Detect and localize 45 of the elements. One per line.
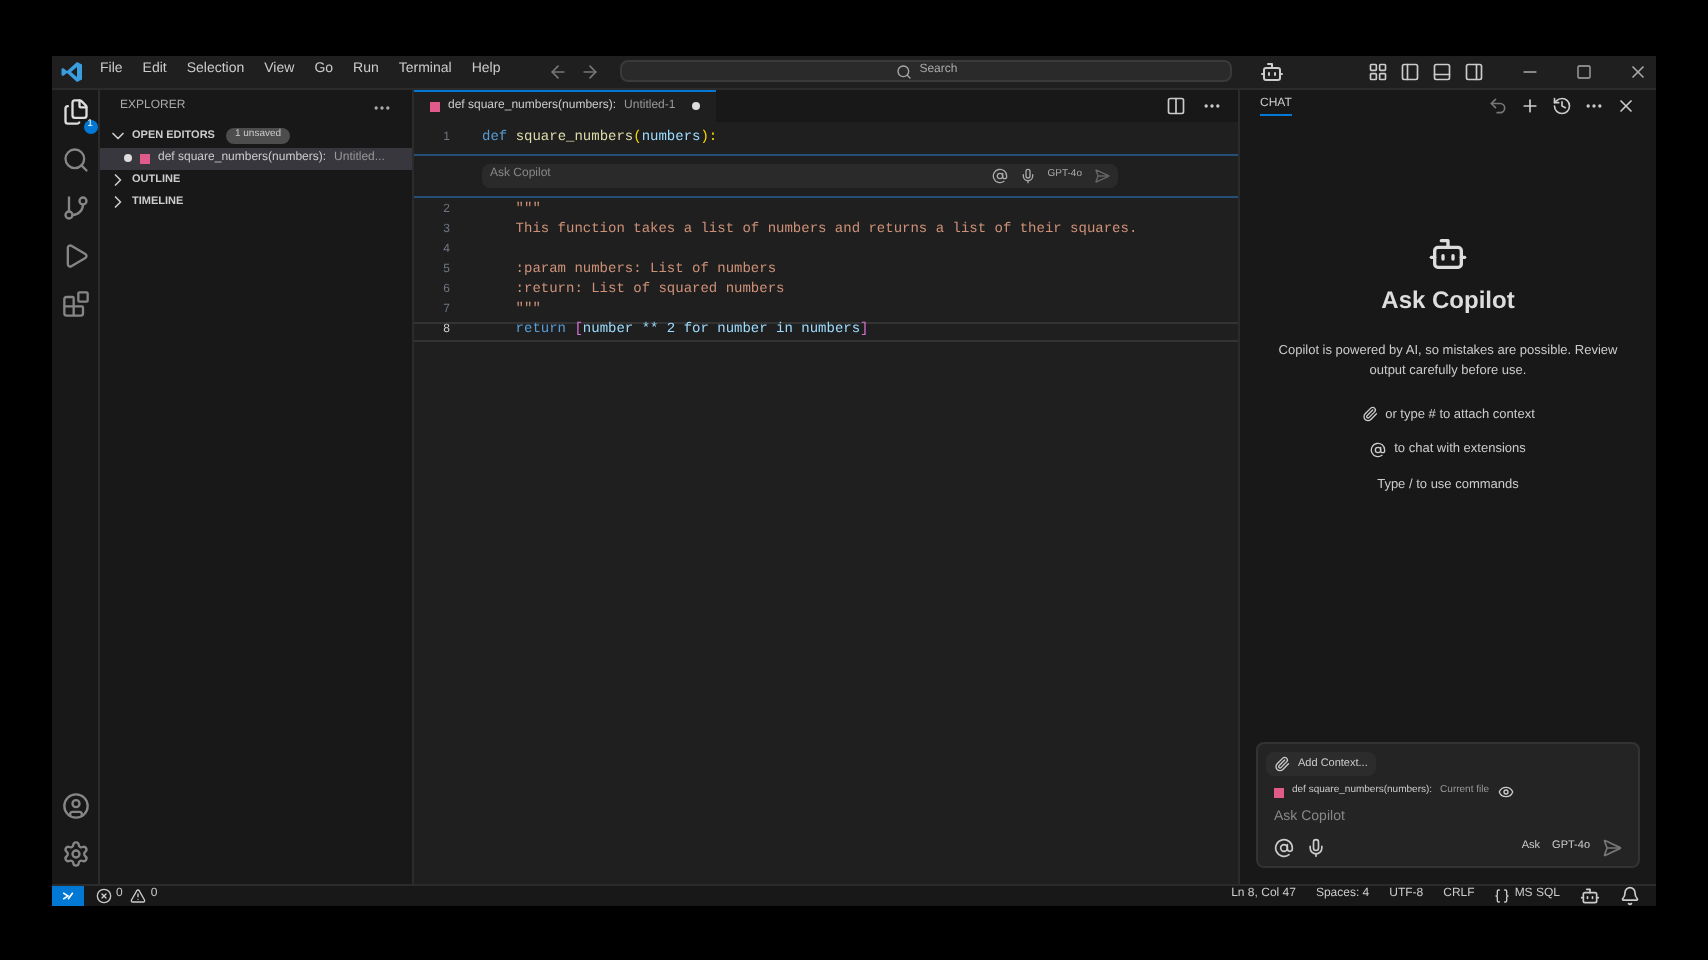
braces-icon: [1494, 887, 1511, 903]
app-logo-icon: [60, 59, 84, 83]
settings-icon[interactable]: [61, 839, 89, 867]
remote-icon: [60, 887, 76, 903]
mention-icon: [1370, 442, 1387, 459]
layout-icon[interactable]: [1368, 61, 1388, 81]
close-icon[interactable]: [1628, 61, 1648, 81]
split-editor-icon[interactable]: [1166, 95, 1186, 115]
forward-icon[interactable]: [580, 61, 601, 81]
file-icon: [140, 153, 150, 163]
history-icon[interactable]: [1552, 95, 1572, 115]
copilot-icon[interactable]: [1260, 59, 1285, 83]
copilot-icon: [1428, 233, 1468, 273]
explorer-icon[interactable]: [61, 97, 89, 125]
microphone-icon[interactable]: [1019, 167, 1036, 183]
close-icon[interactable]: [1616, 95, 1636, 115]
search-icon[interactable]: [61, 145, 89, 173]
run-icon[interactable]: [61, 241, 89, 269]
source-control-icon[interactable]: [61, 193, 89, 221]
search-icon: [895, 63, 912, 79]
maximize-icon[interactable]: [1576, 63, 1592, 79]
mention-icon[interactable]: [991, 167, 1008, 183]
warning-icon: [130, 887, 147, 903]
eye-icon: [1497, 784, 1513, 800]
account-icon[interactable]: [61, 791, 89, 819]
error-icon: [96, 887, 112, 903]
chat-title: Ask Copilot: [1381, 283, 1515, 317]
paperclip-icon: [1361, 406, 1378, 423]
panel-bottom-icon[interactable]: [1432, 61, 1452, 81]
new-chat-icon[interactable]: [1520, 95, 1540, 115]
mention-icon[interactable]: [1274, 837, 1294, 857]
file-icon: [1274, 787, 1284, 797]
undo-icon[interactable]: [1488, 95, 1508, 115]
extensions-icon[interactable]: [61, 289, 89, 317]
panel-left-icon[interactable]: [1400, 61, 1420, 81]
panel-right-icon[interactable]: [1464, 61, 1484, 81]
notifications-icon[interactable]: [1620, 885, 1640, 905]
remote-button[interactable]: [52, 885, 84, 905]
file-icon: [430, 101, 440, 111]
send-icon[interactable]: [1094, 167, 1110, 183]
copilot-icon[interactable]: [1580, 885, 1600, 905]
send-icon[interactable]: [1602, 837, 1622, 857]
back-icon[interactable]: [548, 61, 569, 81]
microphone-icon[interactable]: [1306, 837, 1326, 857]
paperclip-icon: [1274, 755, 1290, 772]
